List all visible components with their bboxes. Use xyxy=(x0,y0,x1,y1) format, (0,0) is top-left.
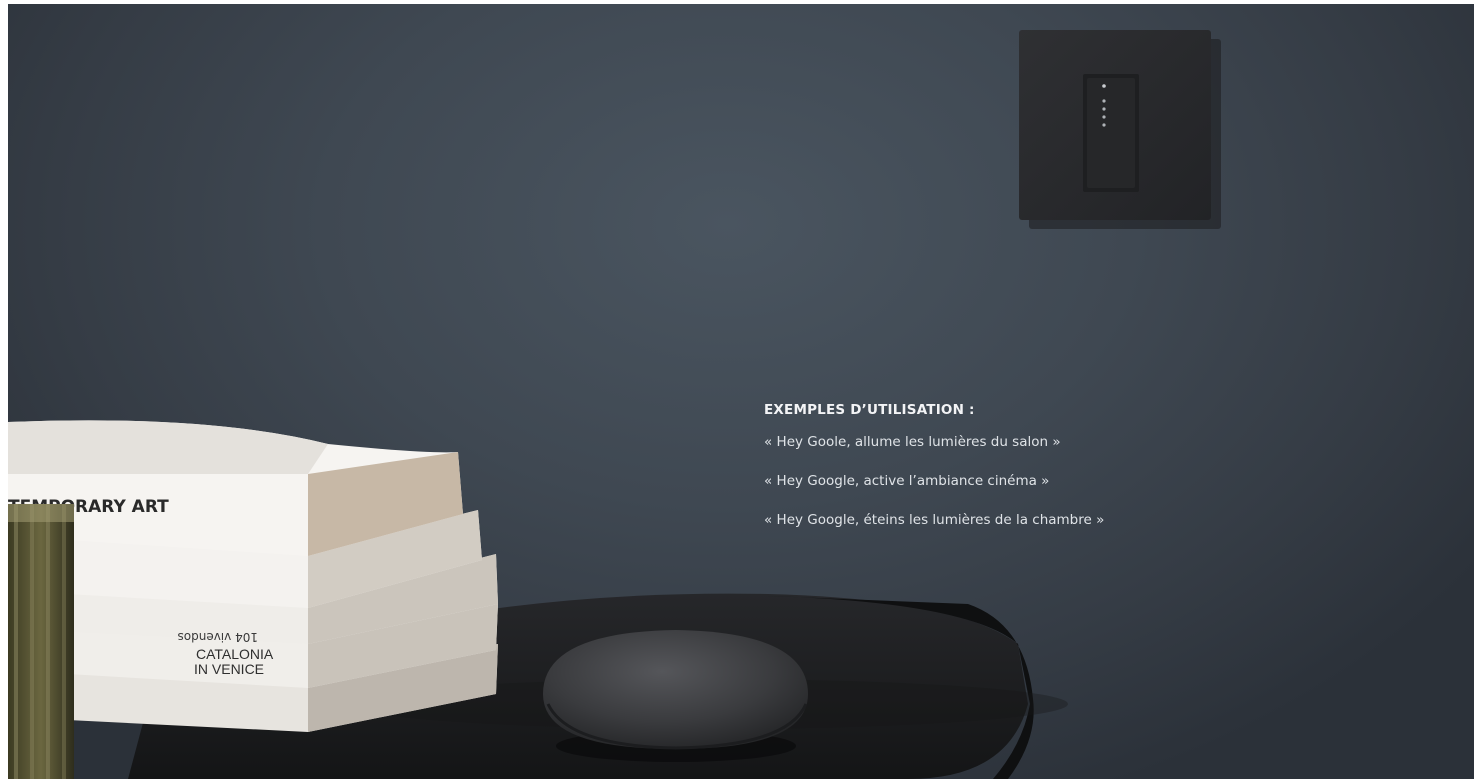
candle-glass xyxy=(8,504,74,779)
book-title-bottom-line2: IN VENICE xyxy=(194,661,264,677)
book-stack: TEMPORARY ART 104 vivendos CATALONIA IN … xyxy=(8,420,498,732)
living-room-scene: TEMPORARY ART 104 vivendos CATALONIA IN … xyxy=(8,30,1221,779)
usage-examples: EXEMPLES D’UTILISATION : « Hey Goole, al… xyxy=(764,402,1324,549)
usage-heading: EXEMPLES D’UTILISATION : xyxy=(764,402,975,418)
smart-speaker xyxy=(543,630,808,762)
smart-switch xyxy=(1019,30,1221,229)
usage-example-item: « Hey Google, active l’ambiance cinéma » xyxy=(764,473,1050,489)
page-frame: TEMPORARY ART 104 vivendos CATALONIA IN … xyxy=(0,0,1482,779)
usage-example-item: « Hey Goole, allume les lumières du salo… xyxy=(764,434,1061,450)
usage-example-item: « Hey Google, éteins les lumières de la … xyxy=(764,512,1105,528)
usage-list: « Hey Goole, allume les lumières du salo… xyxy=(764,432,1324,530)
book-title-bottom-line1: CATALONIA xyxy=(196,646,274,662)
book-title-fourth: 104 vivendos xyxy=(178,630,258,644)
hero-photo: TEMPORARY ART 104 vivendos CATALONIA IN … xyxy=(8,4,1474,779)
